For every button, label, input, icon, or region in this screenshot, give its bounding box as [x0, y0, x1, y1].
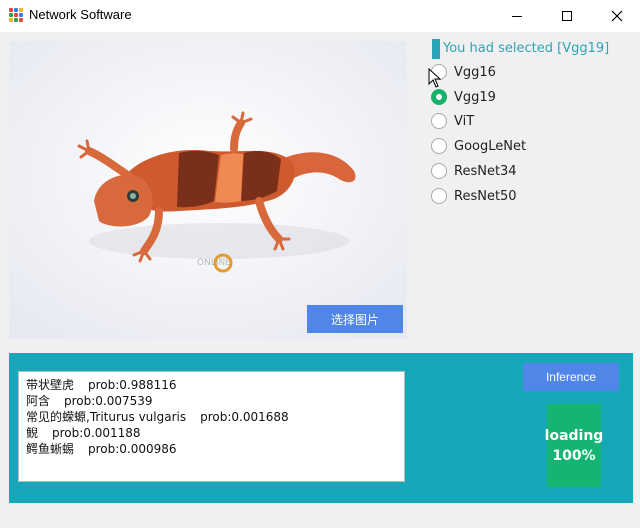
radio-label: ResNet34	[454, 163, 517, 179]
app-icon	[9, 8, 23, 22]
result-prob: prob:0.001688	[200, 410, 289, 424]
result-line: 阿含 prob:0.007539	[26, 393, 397, 409]
maximize-icon	[562, 11, 572, 21]
result-prob: prob:0.001188	[52, 426, 141, 440]
result-prob: prob:0.007539	[64, 394, 153, 408]
radio-resnet50[interactable]: ResNet50	[431, 186, 517, 206]
window-title: Network Software	[29, 7, 132, 22]
select-image-button[interactable]: 选择图片	[307, 305, 403, 333]
results-panel: 带状壁虎 prob:0.988116 阿含 prob:0.007539 常见的蝾…	[9, 353, 633, 503]
result-class: 阿含	[26, 394, 51, 408]
radio-label: Vgg19	[454, 89, 496, 105]
selected-indicator-bar	[432, 39, 440, 59]
minimize-icon	[512, 15, 522, 17]
minimize-button[interactable]	[494, 0, 540, 32]
radio-indicator[interactable]	[431, 113, 447, 129]
image-display: ONLINE	[9, 41, 407, 339]
radio-indicator[interactable]	[431, 163, 447, 179]
radio-resnet34[interactable]: ResNet34	[431, 161, 517, 181]
inference-button[interactable]: Inference	[523, 363, 619, 391]
result-prob: prob:0.000986	[88, 442, 177, 456]
result-line: 常见的蝾螈,Triturus vulgaris prob:0.001688	[26, 409, 397, 425]
maximize-button[interactable]	[544, 0, 590, 32]
gecko-image: ONLINE	[9, 41, 407, 339]
result-line: 鲵 prob:0.001188	[26, 425, 397, 441]
mouse-cursor-icon	[428, 68, 442, 88]
radio-googlenet[interactable]: GoogLeNet	[431, 136, 526, 156]
result-class: 鳄鱼蜥蜴	[26, 442, 75, 456]
title-bar: Network Software	[0, 0, 640, 32]
radio-vgg19[interactable]: Vgg19	[431, 87, 496, 107]
result-class: 常见的蝾螈,Triturus vulgaris	[26, 410, 187, 424]
radio-indicator[interactable]	[431, 188, 447, 204]
result-prob: prob:0.988116	[88, 378, 177, 392]
radio-indicator[interactable]	[431, 89, 447, 105]
radio-label: GoogLeNet	[454, 138, 527, 154]
result-line: 鳄鱼蜥蜴 prob:0.000986	[26, 441, 397, 457]
loading-label: loading	[544, 427, 604, 444]
result-class: 带状壁虎	[26, 378, 75, 392]
loading-progress: 100%	[552, 447, 596, 464]
prediction-results-box: 带状壁虎 prob:0.988116 阿含 prob:0.007539 常见的蝾…	[18, 371, 405, 482]
result-line: 带状壁虎 prob:0.988116	[26, 377, 397, 393]
radio-label: Vgg16	[454, 64, 496, 80]
radio-vit[interactable]: ViT	[431, 111, 474, 131]
radio-label: ResNet50	[454, 188, 517, 204]
close-icon	[611, 10, 623, 22]
selected-model-text: You had selected [Vgg19]	[443, 41, 610, 56]
radio-indicator[interactable]	[431, 138, 447, 154]
close-button[interactable]	[594, 0, 640, 32]
radio-label: ViT	[454, 113, 475, 129]
result-class: 鲵	[26, 426, 39, 440]
loading-status: loading 100%	[544, 404, 604, 487]
